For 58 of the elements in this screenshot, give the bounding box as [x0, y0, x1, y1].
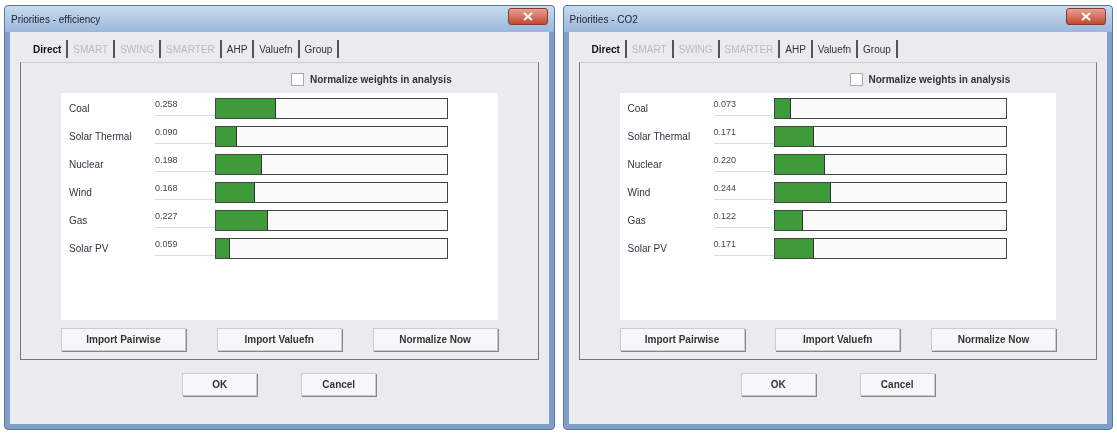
close-button[interactable] [1066, 7, 1106, 25]
window-title: Priorities - efficiency [11, 13, 101, 25]
weight-bar[interactable] [773, 126, 1007, 147]
criterion-name: Solar Thermal [69, 131, 133, 142]
weight-bar[interactable] [215, 210, 448, 231]
weight-value: 0.171 [713, 125, 774, 144]
checkbox[interactable] [291, 72, 304, 86]
tab[interactable]: AHP [221, 40, 255, 58]
tab[interactable]: Group [858, 40, 898, 58]
weight-bar[interactable] [215, 154, 448, 175]
tab[interactable]: Valuefn [812, 40, 859, 58]
close-icon [522, 11, 533, 21]
panel-button[interactable]: Import Pairwise [619, 328, 745, 351]
criterion-name: Gas [69, 215, 89, 226]
criterion-name: Solar PV [69, 243, 110, 254]
criterion-name: Solar PV [627, 243, 668, 254]
tab[interactable]: AHP [780, 40, 813, 58]
criterion-name: Gas [627, 215, 647, 226]
panel-button[interactable]: Import Pairwise [61, 328, 186, 351]
dialog-button[interactable]: Cancel [301, 373, 377, 396]
tab[interactable]: Direct [586, 40, 627, 58]
weight-bar[interactable] [773, 154, 1007, 175]
weight-value: 0.073 [713, 97, 774, 116]
panel-button[interactable]: Normalize Now [931, 328, 1056, 351]
window-title: Priorities - CO2 [569, 13, 638, 25]
close-icon [1081, 11, 1091, 21]
dialog-button[interactable]: OK [182, 373, 258, 396]
close-button[interactable] [507, 7, 548, 25]
checkbox[interactable] [849, 72, 863, 86]
tab[interactable]: Valuefn [254, 40, 300, 58]
panel-button[interactable]: Import Valuefn [775, 328, 901, 351]
criterion-name: Wind [627, 187, 652, 198]
weight-value: 0.244 [713, 181, 774, 200]
criterion-name: Solar Thermal [627, 131, 692, 142]
criterion-name: Nuclear [627, 159, 663, 170]
tab[interactable]: Group [299, 40, 340, 58]
weight-bar[interactable] [773, 210, 1007, 231]
weight-value: 0.220 [713, 153, 774, 172]
weight-bar[interactable] [215, 182, 448, 203]
dialog-button[interactable]: Cancel [859, 373, 935, 396]
checkbox-label: Normalize weights in analysis [868, 73, 1011, 85]
criterion-name: Nuclear [69, 159, 105, 170]
criterion-name: Wind [69, 187, 93, 198]
weight-value: 0.171 [713, 237, 774, 256]
weight-bar[interactable] [215, 238, 448, 259]
weight-bar[interactable] [773, 98, 1007, 119]
criterion-name: Coal [627, 103, 650, 114]
panel-button[interactable]: Import Valuefn [216, 328, 342, 351]
tab[interactable]: Direct [28, 40, 69, 58]
weight-bar[interactable] [215, 126, 448, 147]
weight-bar[interactable] [773, 182, 1007, 203]
weight-bar[interactable] [215, 98, 448, 119]
dialog-button[interactable]: OK [740, 373, 816, 396]
weight-value: 0.122 [713, 209, 774, 228]
checkbox-label: Normalize weights in analysis [310, 73, 452, 85]
criterion-name: Coal [69, 103, 91, 114]
weight-bar[interactable] [773, 238, 1007, 259]
panel-button[interactable]: Normalize Now [372, 328, 498, 351]
